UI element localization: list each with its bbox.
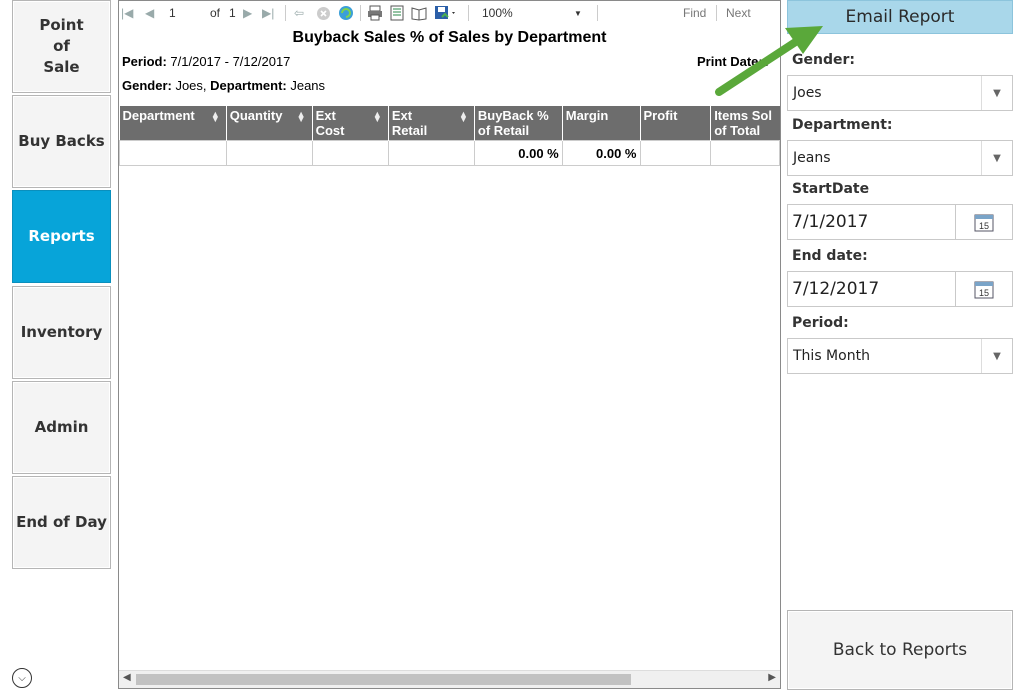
zoom-select[interactable]: 100% <box>482 6 513 20</box>
page-setup-icon[interactable] <box>411 4 427 22</box>
end-date-calendar-button[interactable]: 15 <box>956 271 1013 307</box>
chevron-down-icon[interactable]: ▼ <box>981 339 1012 373</box>
sort-icon[interactable]: ▲ ▼ <box>459 110 468 124</box>
page-layout-icon[interactable] <box>389 4 405 22</box>
find-link[interactable]: Find <box>683 6 706 20</box>
page-of-label: of <box>210 6 221 20</box>
column-header[interactable]: Quantity ▲ ▼ <box>226 106 313 141</box>
nav-reports[interactable]: Reports <box>12 190 111 283</box>
nav-admin[interactable]: Admin <box>12 381 111 474</box>
column-header-label: Quantity <box>229 108 283 123</box>
department-select[interactable]: Jeans ▼ <box>787 140 1013 176</box>
prev-page-icon[interactable]: ◀ <box>145 4 154 22</box>
horizontal-scrollbar[interactable]: ◀ ▶ <box>119 670 780 688</box>
first-page-icon[interactable]: |◀ <box>121 4 133 22</box>
department-label: Department: <box>792 117 893 133</box>
last-page-icon[interactable]: ▶| <box>262 4 274 22</box>
table-cell <box>710 140 780 166</box>
column-header[interactable]: Ext Retail ▲ ▼ <box>388 106 475 141</box>
sort-icon[interactable]: ▲ ▼ <box>297 110 306 124</box>
calendar-icon: 15 <box>974 281 994 299</box>
end-date-value: 7/12/2017 <box>792 279 880 299</box>
start-date-calendar-button[interactable]: 15 <box>956 204 1013 240</box>
scroll-left-icon[interactable]: ◀ <box>123 672 131 683</box>
start-date-input[interactable]: 7/1/2017 <box>787 204 956 240</box>
report-title: Buyback Sales % of Sales by Department <box>292 29 607 46</box>
period-value: This Month <box>793 348 870 364</box>
column-header-label: Ext Cost <box>315 108 345 138</box>
report-filters: Gender: Joes, Department: Jeans <box>122 78 325 93</box>
gender-filter-label: Gender: <box>122 78 172 93</box>
annotation-arrow-icon <box>715 26 823 96</box>
report-table: Department ▲ ▼ Quantity ▲ ▼ Ext Cost ▲ ▼ Ext R… <box>119 106 780 166</box>
table-header-row: Department ▲ ▼ Quantity ▲ ▼ Ext Cost ▲ ▼ Ext R… <box>119 106 780 141</box>
scroll-right-icon[interactable]: ▶ <box>768 672 776 683</box>
column-header-label: Department <box>122 108 195 123</box>
column-header[interactable]: Profit <box>640 106 712 141</box>
period-label: Period: <box>122 54 167 69</box>
sort-icon[interactable]: ▲ ▼ <box>211 110 220 124</box>
calendar-icon: 15 <box>974 214 994 232</box>
gender-filter-value: Joes, <box>171 78 207 93</box>
department-value: Jeans <box>793 150 831 166</box>
export-icon[interactable] <box>434 4 458 22</box>
table-cell <box>225 140 313 166</box>
department-filter-value: Jeans <box>286 78 326 93</box>
column-header[interactable]: Department ▲ ▼ <box>119 106 227 141</box>
table-cell <box>311 140 389 166</box>
column-header[interactable]: BuyBack % of Retail <box>474 106 563 141</box>
column-header[interactable]: Margin <box>562 106 641 141</box>
table-cell <box>119 140 227 166</box>
back-icon[interactable]: ⇦ <box>294 4 304 22</box>
sort-icon[interactable]: ▲ ▼ <box>373 110 382 124</box>
scrollbar-thumb[interactable] <box>136 674 631 685</box>
start-date-value: 7/1/2017 <box>792 212 869 232</box>
expand-icon[interactable]: ⌵ <box>12 668 32 688</box>
nav-buy-backs[interactable]: Buy Backs <box>12 95 111 188</box>
column-header-label: Margin <box>565 108 609 123</box>
period-value: 7/1/2017 - 7/12/2017 <box>166 54 291 69</box>
stop-icon[interactable] <box>316 4 331 22</box>
column-header-label: BuyBack % of Retail <box>477 108 549 138</box>
column-header-label: Items Sol of Total <box>714 108 772 138</box>
chevron-down-icon[interactable]: ▼ <box>981 141 1012 175</box>
department-filter-label: Department: <box>210 78 287 93</box>
chevron-down-icon[interactable]: ▼ <box>574 4 582 22</box>
start-date-label: StartDate <box>792 181 870 197</box>
refresh-icon[interactable] <box>338 4 354 22</box>
print-icon[interactable] <box>367 4 383 22</box>
chevron-down-icon[interactable]: ▼ <box>981 76 1012 110</box>
report-viewer: |◀ ◀ 1 of 1 ▶ ▶| ⇦ 100% ▼ Find Next Buyb… <box>118 0 781 689</box>
next-page-icon[interactable]: ▶ <box>243 4 252 22</box>
column-header-label: Profit <box>643 108 678 123</box>
report-period: Period: 7/1/2017 - 7/12/2017 <box>122 54 290 69</box>
period-select[interactable]: This Month ▼ <box>787 338 1013 374</box>
table-cell: 0.00 % <box>473 140 563 166</box>
end-date-input[interactable]: 7/12/2017 <box>787 271 956 307</box>
page-total: 1 <box>229 6 236 20</box>
table-cell: 0.00 % <box>561 140 641 166</box>
column-header[interactable]: Items Sol of Total <box>710 106 780 141</box>
table-cell <box>639 140 712 166</box>
period-label: Period: <box>792 315 849 331</box>
end-date-label: End date: <box>792 248 868 264</box>
nav-end-of-day[interactable]: End of Day <box>12 476 111 569</box>
table-row: 0.00 % 0.00 % <box>119 140 780 166</box>
calendar-day-text: 15 <box>979 288 989 298</box>
nav-inventory[interactable]: Inventory <box>12 286 111 379</box>
report-toolbar: |◀ ◀ 1 of 1 ▶ ▶| ⇦ 100% ▼ Find Next <box>119 1 780 25</box>
column-header-label: Ext Retail <box>391 108 428 138</box>
page-number-input[interactable]: 1 <box>169 6 176 20</box>
table-cell <box>387 140 475 166</box>
back-to-reports-button[interactable]: Back to Reports <box>787 610 1013 690</box>
nav-point-of-sale[interactable]: Point of Sale <box>12 0 111 93</box>
calendar-day-text: 15 <box>979 221 989 231</box>
column-header[interactable]: Ext Cost ▲ ▼ <box>312 106 389 141</box>
